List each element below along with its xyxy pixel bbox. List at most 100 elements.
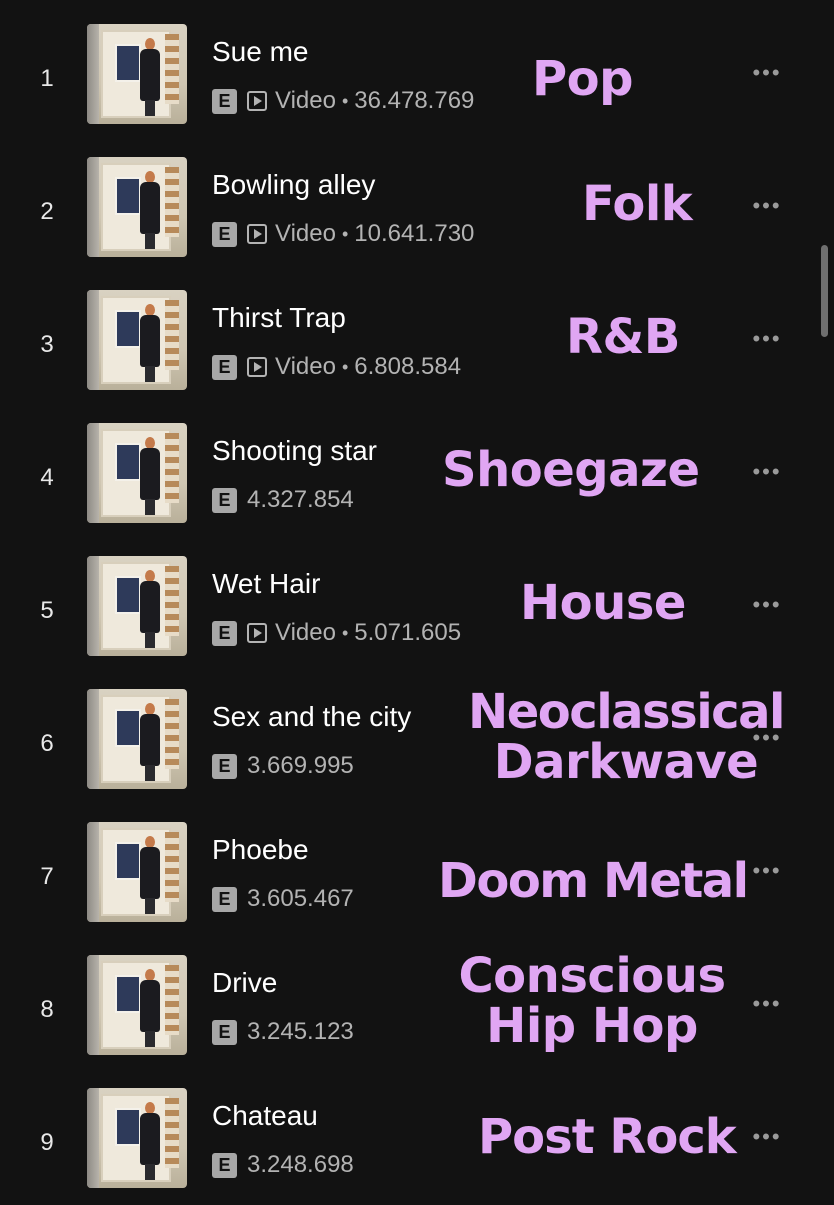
explicit-badge: E [212,886,237,912]
play-count: 36.478.769 [354,87,475,114]
cover-curtain [87,157,99,257]
cover-curtain [87,290,99,390]
track-rank: 7 [40,863,54,890]
cover-shelf [165,433,179,503]
track-meta: E Video • 5.071.605 [212,619,462,646]
cover-shelf [165,965,179,1035]
explicit-badge: E [212,620,237,646]
genre-overlay-label: Folk [582,176,693,232]
track-title[interactable]: Sex and the city [212,701,411,733]
track-row-8[interactable]: 8 Drive E 3.245.123 ••• Conscious Hip Ho… [0,939,834,1072]
cover-shelf [165,167,179,237]
explicit-badge: E [212,487,237,513]
album-cover-image [87,157,187,257]
genre-overlay-label: Post Rock [478,1109,737,1165]
play-count: 4.327.854 [247,486,354,513]
more-options-icon[interactable]: ••• [746,193,788,219]
track-row-7[interactable]: 7 Phoebe E 3.605.467 ••• Doom Metal [0,806,834,939]
album-cover-image [87,24,187,124]
track-row-3[interactable]: 3 Thirst Trap E Video • 6.808.584 ••• R&… [0,274,834,407]
track-title[interactable]: Shooting star [212,435,377,467]
video-play-icon [247,224,267,244]
separator-dot: • [341,356,349,377]
cover-person [139,969,161,1047]
genre-overlay-label: House [520,575,686,631]
track-rank: 5 [40,597,54,624]
explicit-badge: E [212,1019,237,1045]
track-meta: E 3.245.123 [212,1018,354,1045]
video-label: Video [275,220,336,247]
genre-overlay-label-line-2: Darkwave [493,734,759,790]
separator-dot: • [341,90,349,111]
track-meta: E 3.605.467 [212,885,354,912]
track-title[interactable]: Drive [212,967,277,999]
play-count: 3.669.995 [247,752,354,779]
track-meta: E 3.669.995 [212,752,354,779]
cover-poster [115,842,141,880]
track-list: 1 Sue me E Video • 36.478.769 ••• Pop 2 [0,8,834,1200]
cover-poster [115,709,141,747]
cover-person [139,836,161,914]
track-title[interactable]: Sue me [212,36,309,68]
cover-curtain [87,822,99,922]
cover-poster [115,975,141,1013]
track-row-9[interactable]: 9 Chateau E 3.248.698 ••• Post Rock [0,1072,834,1205]
cover-person [139,38,161,116]
cover-shelf [165,566,179,636]
track-title[interactable]: Phoebe [212,834,309,866]
scrollbar-thumb[interactable] [821,245,828,337]
separator-dot: • [341,622,349,643]
genre-overlay-label: R&B [566,309,680,365]
cover-shelf [165,34,179,104]
album-cover-image [87,822,187,922]
more-options-icon[interactable]: ••• [746,991,788,1017]
track-title[interactable]: Bowling alley [212,169,375,201]
more-options-icon[interactable]: ••• [746,1124,788,1150]
explicit-badge: E [212,354,237,380]
cover-person [139,171,161,249]
video-label: Video [275,353,336,380]
track-title[interactable]: Chateau [212,1100,318,1132]
track-meta: E 4.327.854 [212,486,354,513]
more-options-icon[interactable]: ••• [746,459,788,485]
cover-curtain [87,1088,99,1188]
play-count: 5.071.605 [354,619,462,646]
cover-shelf [165,699,179,769]
track-row-4[interactable]: 4 Shooting star E 4.327.854 ••• Shoegaze [0,407,834,540]
more-options-icon[interactable]: ••• [746,592,788,618]
more-options-icon[interactable]: ••• [746,858,788,884]
play-count: 10.641.730 [354,220,475,247]
more-options-icon[interactable]: ••• [746,326,788,352]
track-row-5[interactable]: 5 Wet Hair E Video • 5.071.605 ••• House [0,540,834,673]
explicit-badge: E [212,88,237,114]
track-row-6[interactable]: 6 Sex and the city E 3.669.995 ••• Neocl… [0,673,834,806]
cover-person [139,437,161,515]
track-rank: 4 [40,464,54,491]
explicit-badge: E [212,753,237,779]
album-cover-image [87,955,187,1055]
cover-shelf [165,832,179,902]
cover-poster [115,310,141,348]
play-count: 6.808.584 [354,353,462,380]
explicit-badge: E [212,1152,237,1178]
cover-poster [115,443,141,481]
genre-overlay-label: Conscious [458,948,726,1004]
cover-person [139,1102,161,1180]
track-meta: E 3.248.698 [212,1151,354,1178]
cover-poster [115,1108,141,1146]
album-cover-image [87,290,187,390]
cover-shelf [165,300,179,370]
album-cover-image [87,556,187,656]
video-label: Video [275,619,336,646]
cover-poster [115,44,141,82]
track-row-1[interactable]: 1 Sue me E Video • 36.478.769 ••• Pop [0,8,834,141]
cover-curtain [87,689,99,789]
video-play-icon [247,357,267,377]
separator-dot: • [341,223,349,244]
track-title[interactable]: Thirst Trap [212,302,346,334]
track-row-2[interactable]: 2 Bowling alley E Video • 10.641.730 •••… [0,141,834,274]
track-rank: 3 [40,331,54,358]
cover-person [139,304,161,382]
more-options-icon[interactable]: ••• [746,60,788,86]
track-title[interactable]: Wet Hair [212,568,320,600]
